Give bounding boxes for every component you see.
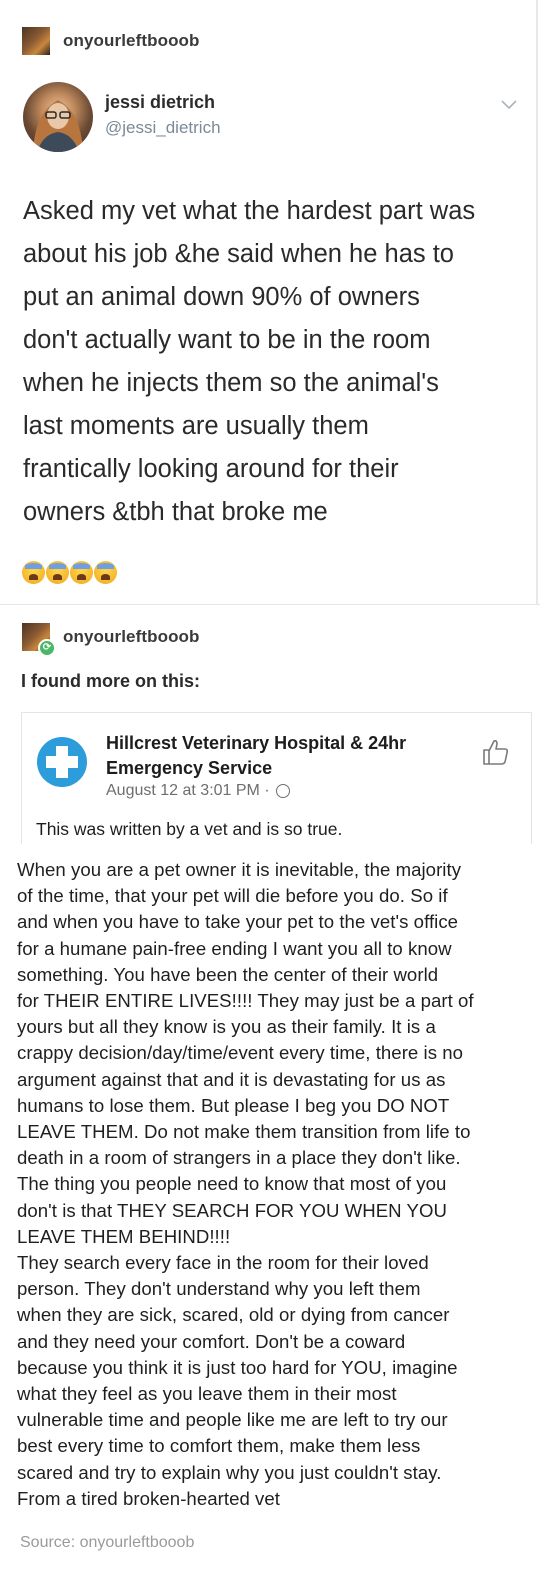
vet-line: and they need your comfort. Don't be a c…: [17, 1330, 406, 1352]
vet-post-text: When you are a pet owner it is inevitabl…: [17, 857, 537, 1512]
source-link[interactable]: Source: onyourleftbooob: [20, 1534, 194, 1552]
chevron-down-icon[interactable]: [500, 98, 518, 112]
vet-line: When you are a pet owner it is inevitabl…: [17, 859, 462, 880]
tweet-avatar: [23, 82, 93, 152]
tweet-text: Asked my vet what the hardest part was a…: [23, 190, 523, 534]
vet-line: The thing you people need to know that m…: [17, 1173, 447, 1195]
tweet-line: last moments are usually them: [23, 412, 369, 440]
vet-line: best every time to comfort them, make th…: [17, 1435, 421, 1457]
crying-face-icon: [94, 561, 117, 584]
facebook-page-name[interactable]: Hillcrest Veterinary Hospital & 24hr Eme…: [106, 731, 476, 781]
reblog-username[interactable]: onyourleftbooob: [63, 627, 200, 647]
post-header: onyourleftbooob: [22, 26, 200, 56]
vet-line: yours but all they know is you as their …: [17, 1016, 436, 1038]
crying-emoji-row: [22, 561, 117, 584]
vet-line: for THEIR ENTIRE LIVES!!!! They may just…: [17, 990, 474, 1012]
reblog-header: ⟳ onyourleftbooob: [22, 621, 200, 657]
crying-face-icon: [70, 561, 93, 584]
vet-line: of the time, that your pet will die befo…: [17, 885, 448, 907]
tweet-line: Asked my vet what the hardest part was: [23, 197, 476, 225]
facebook-post-card: Hillcrest Veterinary Hospital & 24hr Eme…: [21, 712, 532, 844]
vet-line: what they feel as you leave them in thei…: [17, 1383, 397, 1405]
vet-line: argument against that and it is devastat…: [17, 1068, 446, 1090]
blog-avatar[interactable]: [22, 27, 50, 55]
thumbs-up-icon[interactable]: [481, 737, 511, 767]
facebook-post-date[interactable]: August 12 at 3:01 PM ·: [106, 782, 290, 800]
vet-line: something. You have been the center of t…: [17, 963, 439, 985]
tweet-line: when he injects them so the animal's: [23, 369, 439, 397]
vet-line: humans to lose them. But please I beg yo…: [17, 1094, 450, 1116]
vet-line: They search every face in the room for t…: [17, 1252, 429, 1274]
vet-line: From a tired broken-hearted vet: [17, 1487, 281, 1509]
tweet-line: don't actually want to be in the room: [23, 326, 431, 354]
vet-line: and when you have to take your pet to th…: [17, 911, 459, 933]
tweet-line: about his job &he said when he has to: [23, 240, 454, 268]
tweet-line: owners &tbh that broke me: [23, 498, 328, 526]
post-username[interactable]: onyourleftbooob: [63, 31, 200, 51]
vet-line: scared and try to explain why you just c…: [17, 1461, 442, 1483]
vet-line: crappy decision/day/time/event every tim…: [17, 1042, 464, 1064]
vet-line: LEAVE THEM BEHIND!!!!: [17, 1225, 231, 1247]
content-edge: [536, 0, 538, 604]
vet-line: don't is that THEY SEARCH FOR YOU WHEN Y…: [17, 1199, 447, 1221]
vet-line: LEAVE THEM. Do not make them transition …: [17, 1121, 471, 1143]
tweet-line: put an animal down 90% of owners: [23, 283, 420, 311]
post-divider: [0, 604, 540, 605]
globe-icon: [275, 784, 290, 798]
facebook-caption: This was written by a vet and is so true…: [36, 819, 343, 839]
vet-line: death in a room of strangers in a place …: [17, 1147, 461, 1169]
tweet-author-handle: @jessi_dietrich: [105, 118, 221, 137]
reblog-comment: I found more on this:: [21, 671, 200, 691]
vet-line: person. They don't understand why you le…: [17, 1278, 421, 1300]
crying-face-icon: [46, 561, 69, 584]
hospital-cross-logo-icon: [37, 737, 87, 787]
reblog-icon: ⟳: [38, 639, 56, 657]
vet-line: for a humane pain-free ending I want you…: [17, 937, 452, 959]
crying-face-icon: [22, 561, 45, 584]
vet-line: because you think it is just too hard fo…: [17, 1356, 458, 1378]
vet-line: when they are sick, scared, old or dying…: [17, 1304, 450, 1326]
tweet-author-name: jessi dietrich: [105, 92, 216, 112]
vet-line: vulnerable time and people like me are l…: [17, 1409, 448, 1431]
tweet-line: frantically looking around for their: [23, 455, 399, 483]
